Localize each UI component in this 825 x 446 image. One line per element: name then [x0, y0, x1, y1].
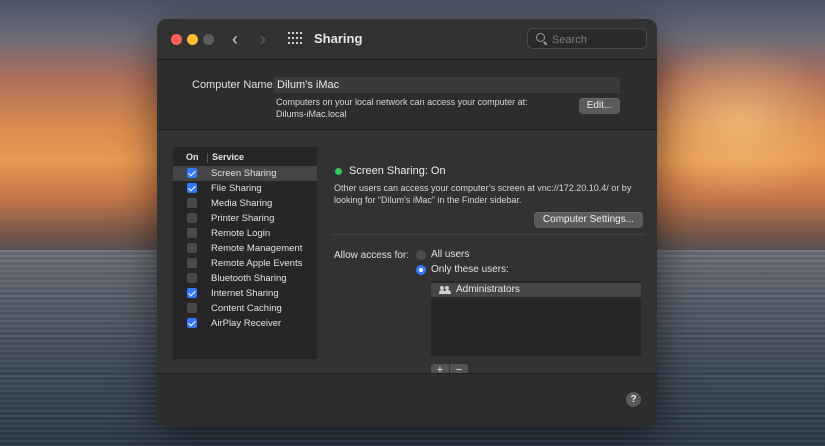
services-list-panel: On Service Screen Sharing File Sharing Med…	[173, 147, 317, 359]
service-checkbox[interactable]	[187, 318, 197, 328]
search-input[interactable]	[550, 30, 646, 49]
computer-address-description: Computers on your local network can acce…	[276, 97, 528, 107]
zoom-button[interactable]	[203, 34, 214, 45]
service-checkbox[interactable]	[187, 273, 197, 283]
service-checkbox[interactable]	[187, 183, 197, 193]
show-all-grid-icon[interactable]	[288, 32, 303, 45]
service-checkbox[interactable]	[187, 198, 197, 208]
allow-access-label: Allow access for:	[334, 250, 410, 261]
allowed-users-list: Administrators	[431, 281, 641, 356]
service-checkbox[interactable]	[187, 168, 197, 178]
service-label: Screen Sharing	[211, 168, 277, 179]
column-separator	[207, 153, 208, 163]
service-label: Media Sharing	[211, 198, 273, 209]
sidebar-item-service[interactable]: Internet Sharing	[173, 286, 317, 301]
sidebar-item-service[interactable]: Content Caching	[173, 301, 317, 316]
sidebar-item-service[interactable]: Media Sharing	[173, 196, 317, 211]
computer-local-hostname: Dilums-iMac.local	[276, 109, 347, 119]
title-bar: ‹ › Sharing	[157, 19, 657, 60]
sidebar-item-service[interactable]: Remote Management	[173, 241, 317, 256]
service-checkbox[interactable]	[187, 303, 197, 313]
services-list-header: On Service	[173, 152, 317, 164]
service-label: Remote Apple Events	[211, 258, 303, 269]
help-button[interactable]: ?	[626, 392, 641, 407]
back-chevron-icon[interactable]: ‹	[232, 29, 238, 49]
computer-name-section: Computer Name: Computers on your local n…	[157, 60, 657, 129]
all-users-label[interactable]: All users	[431, 249, 469, 260]
service-checkbox[interactable]	[187, 228, 197, 238]
computer-name-field[interactable]	[274, 77, 620, 93]
sharing-main-section: On Service Screen Sharing File Sharing Med…	[157, 130, 657, 378]
service-description-line-1: Other users can access your computer’s s…	[334, 183, 632, 193]
sharing-window: ‹ › Sharing Computer Name: Computers on …	[157, 19, 657, 426]
service-label: Remote Login	[211, 228, 271, 239]
service-description-line-2: looking for “Dilum’s iMac” in the Finder…	[334, 195, 522, 205]
search-box[interactable]	[527, 28, 647, 49]
service-checkbox[interactable]	[187, 288, 197, 298]
search-icon	[536, 33, 545, 42]
service-checkbox[interactable]	[187, 243, 197, 253]
bottom-bar: ?	[157, 374, 657, 426]
only-these-users-radio[interactable]	[416, 265, 426, 275]
sidebar-item-service[interactable]: Screen Sharing	[173, 166, 317, 181]
service-label: Content Caching	[211, 303, 282, 314]
sidebar-item-service[interactable]: Printer Sharing	[173, 211, 317, 226]
forward-chevron-icon[interactable]: ›	[260, 29, 266, 49]
column-header-service: Service	[212, 152, 245, 162]
only-these-users-label[interactable]: Only these users:	[431, 264, 509, 275]
service-label: File Sharing	[211, 183, 262, 194]
sidebar-item-service[interactable]: Bluetooth Sharing	[173, 271, 317, 286]
service-label: Remote Management	[211, 243, 303, 254]
all-users-radio[interactable]	[416, 250, 426, 260]
close-button[interactable]	[171, 34, 182, 45]
window-title: Sharing	[314, 31, 363, 46]
computer-settings-button[interactable]: Computer Settings...	[534, 212, 643, 228]
service-status-text: Screen Sharing: On	[349, 165, 446, 177]
sidebar-item-service[interactable]: Remote Login	[173, 226, 317, 241]
sidebar-item-service[interactable]: Remote Apple Events	[173, 256, 317, 271]
service-checkbox[interactable]	[187, 213, 197, 223]
edit-button[interactable]: Edit...	[579, 98, 620, 114]
computer-name-label: Computer Name:	[192, 79, 276, 91]
service-label: Bluetooth Sharing	[211, 273, 287, 284]
detail-divider	[332, 234, 645, 235]
user-group-label: Administrators	[456, 284, 520, 295]
minimize-button[interactable]	[187, 34, 198, 45]
service-checkbox[interactable]	[187, 258, 197, 268]
list-item[interactable]: Administrators	[431, 283, 641, 297]
column-header-on: On	[186, 152, 199, 162]
user-group-icon	[439, 286, 451, 294]
services-list: Screen Sharing File Sharing Media Sharing P…	[173, 166, 317, 331]
service-label: AirPlay Receiver	[211, 318, 282, 329]
sidebar-item-service[interactable]: File Sharing	[173, 181, 317, 196]
service-label: Printer Sharing	[211, 213, 275, 224]
status-indicator-dot	[335, 168, 342, 175]
desktop-wallpaper-sun-glow	[640, 40, 825, 200]
service-label: Internet Sharing	[211, 288, 279, 299]
sidebar-item-service[interactable]: AirPlay Receiver	[173, 316, 317, 331]
